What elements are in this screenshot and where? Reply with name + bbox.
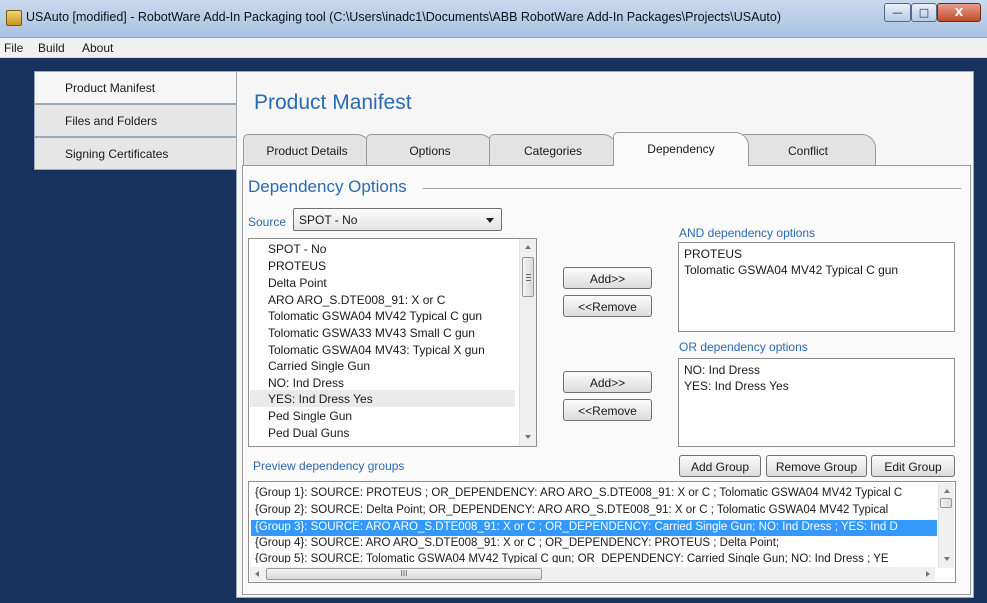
or-dependency-label: OR dependency options: [679, 340, 808, 354]
list-item[interactable]: SPOT - No: [268, 242, 326, 258]
list-item[interactable]: NO: Ind Dress: [684, 363, 760, 377]
scroll-thumb[interactable]: III: [266, 568, 542, 580]
scroll-down-icon[interactable]: [944, 557, 950, 561]
title-bar[interactable]: USAuto [modified] - RobotWare Add-In Pac…: [0, 0, 987, 38]
table-row[interactable]: {Group 1}: SOURCE: PROTEUS ; OR_DEPENDEN…: [255, 487, 902, 503]
remove-and-button[interactable]: <<Remove: [563, 295, 652, 317]
add-and-button[interactable]: Add>>: [563, 267, 652, 289]
tab-conflict[interactable]: Conflict: [740, 134, 876, 166]
list-item[interactable]: Tolomatic GSWA33 MV43 Small C gun: [268, 326, 475, 342]
source-dropdown[interactable]: SPOT - No: [293, 208, 502, 231]
scroll-up-icon[interactable]: [525, 245, 531, 249]
add-or-button[interactable]: Add>>: [563, 371, 652, 393]
nav-item-label: Files and Folders: [65, 114, 158, 128]
section-divider: [423, 188, 961, 189]
grip-icon: [526, 274, 531, 275]
list-item[interactable]: YES: Ind Dress Yes: [268, 392, 373, 408]
app-icon: [6, 10, 22, 26]
page-title: Product Manifest: [254, 91, 412, 114]
and-dependency-label: AND dependency options: [679, 226, 816, 240]
edit-group-button[interactable]: Edit Group: [871, 455, 955, 477]
list-item[interactable]: Tolomatic GSWA04 MV42 Typical C gun: [684, 263, 898, 277]
nav-item-signing-certificates[interactable]: Signing Certificates: [34, 137, 238, 170]
menu-bar: File Build About: [0, 38, 987, 58]
list-item[interactable]: Delta Point: [268, 276, 327, 292]
remove-group-button[interactable]: Remove Group: [766, 455, 867, 477]
chevron-down-icon: [486, 218, 494, 223]
list-item[interactable]: Tolomatic GSWA04 MV43: Typical X gun: [268, 343, 485, 359]
scroll-left-icon[interactable]: [255, 571, 259, 577]
table-row[interactable]: {Group 5}: SOURCE: Tolomatic GSWA04 MV42…: [255, 553, 889, 563]
list-item[interactable]: Ped Single Gun: [268, 409, 352, 425]
source-list[interactable]: SPOT - No PROTEUS Delta Point ARO ARO_S.…: [248, 238, 537, 447]
tab-product-details[interactable]: Product Details: [243, 134, 371, 166]
scroll-down-icon[interactable]: [525, 435, 531, 439]
source-label: Source: [248, 215, 287, 229]
preview-groups-list[interactable]: {Group 1}: SOURCE: PROTEUS ; OR_DEPENDEN…: [248, 481, 956, 583]
nav-item-label: Product Manifest: [65, 81, 156, 95]
table-row[interactable]: {Group 2}: SOURCE: Delta Point; OR_DEPEN…: [255, 504, 888, 520]
nav-item-product-manifest[interactable]: Product Manifest: [34, 71, 240, 104]
source-list-scrollbar[interactable]: [519, 239, 536, 446]
maximize-button[interactable]: □: [911, 3, 937, 22]
source-selected-value: SPOT - No: [299, 213, 358, 227]
menu-build[interactable]: Build: [38, 41, 65, 55]
grip-icon: [526, 277, 531, 278]
preview-label: Preview dependency groups: [253, 459, 405, 473]
tab-dependency[interactable]: Dependency: [613, 132, 749, 166]
scroll-thumb[interactable]: [940, 498, 952, 508]
list-item[interactable]: Ped Dual Guns: [268, 426, 349, 442]
remove-or-button[interactable]: <<Remove: [563, 399, 652, 421]
table-row-selected[interactable]: {Group 3}: SOURCE: ARO ARO_S.DTE008_91: …: [255, 521, 898, 537]
scroll-right-icon[interactable]: [926, 571, 930, 577]
list-item[interactable]: NO: Ind Dress: [268, 376, 344, 392]
section-title: Dependency Options: [248, 177, 407, 196]
list-item[interactable]: YES: Ind Dress Yes: [684, 379, 789, 393]
scroll-up-icon[interactable]: [944, 489, 950, 493]
menu-about[interactable]: About: [82, 41, 113, 55]
window-title: USAuto [modified] - RobotWare Add-In Pac…: [26, 10, 781, 24]
and-dependency-list[interactable]: PROTEUS Tolomatic GSWA04 MV42 Typical C …: [678, 242, 955, 332]
tab-categories[interactable]: Categories: [489, 134, 617, 166]
minimize-button[interactable]: —: [884, 3, 911, 22]
tab-options[interactable]: Options: [366, 134, 494, 166]
nav-item-files-and-folders[interactable]: Files and Folders: [34, 104, 238, 137]
list-item[interactable]: PROTEUS: [684, 247, 742, 261]
scroll-thumb[interactable]: [522, 257, 534, 297]
preview-hscrollbar[interactable]: III: [250, 567, 935, 581]
close-button[interactable]: X: [937, 3, 981, 22]
list-item[interactable]: Tolomatic GSWA04 MV42 Typical C gun: [268, 309, 482, 325]
or-dependency-list[interactable]: NO: Ind Dress YES: Ind Dress Yes: [678, 358, 955, 447]
grip-icon: [526, 280, 531, 281]
add-group-button[interactable]: Add Group: [679, 455, 761, 477]
list-item[interactable]: ARO ARO_S.DTE008_91: X or C: [268, 293, 445, 309]
menu-file[interactable]: File: [4, 41, 23, 55]
preview-vscrollbar[interactable]: [938, 483, 954, 568]
nav-item-label: Signing Certificates: [65, 147, 169, 161]
table-row[interactable]: {Group 4}: SOURCE: ARO ARO_S.DTE008_91: …: [255, 537, 779, 553]
list-item[interactable]: PROTEUS: [268, 259, 326, 275]
list-item[interactable]: Carried Single Gun: [268, 359, 370, 375]
